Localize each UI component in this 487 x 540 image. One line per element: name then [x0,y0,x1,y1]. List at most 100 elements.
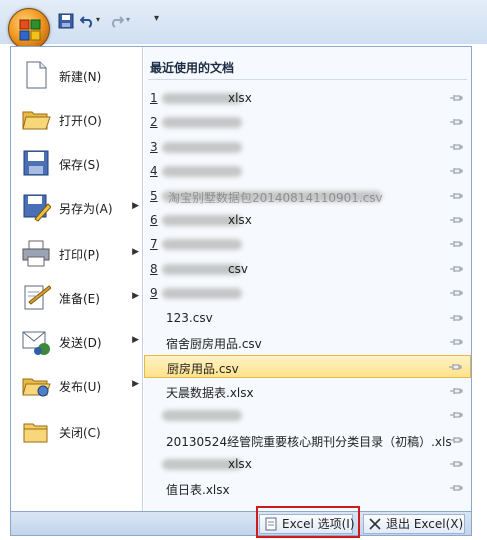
pin-icon[interactable] [449,289,463,297]
printer-icon [22,240,50,267]
recent-document-item[interactable]: xlsx [144,453,471,476]
menu-item-print[interactable]: 打印(P) ▶ [15,233,139,275]
pin-icon[interactable] [449,314,463,322]
pin-icon[interactable] [449,411,463,419]
recent-document-item[interactable] [144,404,471,427]
close-folder-icon [23,423,48,443]
pin-icon[interactable] [449,338,463,346]
menu-item-label: 保存(S) [59,158,100,172]
menu-item-label: 发送(D) [59,336,102,350]
save-as-icon [23,194,51,222]
recent-document-item[interactable]: 6 xlsx [144,209,471,232]
title-bar: ▾ ▾ ▾ [0,0,487,50]
submenu-arrow-icon: ▶ [132,291,139,301]
recent-document-name: 厨房用品.csv [167,362,239,377]
recent-document-item[interactable]: 7 [144,233,471,256]
redacted-filename [162,239,242,251]
recent-document-item[interactable]: 3 [144,136,471,159]
recent-document-item[interactable]: 5 淘宝别墅数据包20140814110901.csv [144,185,471,208]
recent-document-item[interactable]: 宿舍厨房用品.csv [144,331,471,354]
redacted-filename [162,166,242,178]
pin-icon[interactable] [449,460,463,468]
menu-item-send[interactable]: 发送(D) ▶ [15,321,139,363]
publish-icon [22,378,51,397]
pin-icon[interactable] [449,94,463,102]
pin-icon[interactable] [449,265,463,273]
menu-item-label: 打开(O) [59,114,102,128]
recent-document-item[interactable]: 8 csv [144,258,471,281]
recent-document-item[interactable]: 值日表.xlsx [144,477,471,500]
pin-icon[interactable] [449,484,463,492]
save-icon[interactable] [58,12,74,30]
submenu-arrow-icon: ▶ [132,247,139,257]
recent-documents-title: 最近使用的文档 [150,61,235,75]
menu-item-label: 关闭(C) [59,426,101,440]
recent-document-name: 天晨数据表.xlsx [166,385,254,400]
pin-icon[interactable] [449,216,463,224]
menu-item-prepare[interactable]: 准备(E) ▶ [15,277,139,319]
recent-document-number: 5 [150,188,158,203]
menu-bottom-bar: Excel 选项(I) 退出 Excel(X) [10,512,472,536]
recent-document-name: 宿舍厨房用品.csv [166,337,262,351]
office-button[interactable] [8,8,50,50]
menu-item-close[interactable]: 关闭(C) [15,411,139,453]
recent-document-number: 4 [150,164,158,179]
menu-commands: 新建(N) 打开(O) 保存(S) 另存为(A) ▶ 打印(P) ▶ 准备(E)… [11,47,143,511]
pin-icon[interactable] [449,240,463,248]
prepare-icon [24,285,51,310]
highlight-box [256,506,360,538]
pin-icon[interactable] [449,167,463,175]
recent-document-number: 8 [150,261,158,276]
recent-document-number: 7 [150,237,158,252]
recent-document-name: 123.csv [166,310,213,325]
recent-document-name: xlsx [228,91,252,105]
pin-icon[interactable] [449,118,463,126]
menu-item-label: 新建(N) [59,70,102,84]
recent-document-number: 9 [150,286,158,301]
menu-item-open[interactable]: 打开(O) [15,99,139,141]
exit-excel-button[interactable]: 退出 Excel(X) [363,514,465,534]
redacted-filename [162,288,242,300]
redo-dropdown-icon[interactable]: ▾ [126,15,130,33]
close-x-icon [369,518,381,530]
recent-document-name: 淘宝别墅数据包20140814110901.csv [168,190,383,205]
recent-document-name: xlsx [228,213,252,227]
divider [148,79,467,80]
menu-item-publish[interactable]: 发布(U) ▶ [15,365,139,407]
save-disk-icon [23,150,49,176]
recent-document-item[interactable]: 123.csv [144,307,471,330]
submenu-arrow-icon: ▶ [132,379,139,389]
menu-item-save[interactable]: 保存(S) [15,143,139,185]
menu-item-label: 发布(U) [59,380,102,394]
pin-icon[interactable] [449,436,463,444]
recent-document-item[interactable]: 9 [144,282,471,305]
menu-item-new[interactable]: 新建(N) [15,55,139,97]
menu-item-save-as[interactable]: 另存为(A) ▶ [15,187,139,229]
open-folder-icon [22,111,51,130]
undo-icon[interactable] [80,12,94,30]
quick-access-toolbar: ▾ ▾ ▾ [54,10,174,32]
recent-document-name: csv [228,261,248,276]
recent-document-number: 3 [150,139,158,154]
redo-icon[interactable] [110,12,124,30]
pin-icon[interactable] [448,363,462,371]
recent-document-name: 20130524经管院重要核心期刊分类目录（初稿）.xls [166,434,452,449]
redacted-filename [162,117,242,129]
recent-document-item[interactable]: 厨房用品.csv [144,355,471,379]
recent-document-item[interactable]: 2 [144,111,471,134]
recent-document-item[interactable]: 1 xlsx [144,87,471,110]
menu-item-label: 准备(E) [59,292,100,306]
recent-document-item[interactable]: 天晨数据表.xlsx [144,380,471,403]
office-logo-icon [19,19,41,41]
menu-item-label: 另存为(A) [59,202,113,216]
pin-icon[interactable] [449,143,463,151]
office-menu: 新建(N) 打开(O) 保存(S) 另存为(A) ▶ 打印(P) ▶ 准备(E)… [10,46,472,512]
customize-qat-icon[interactable]: ▾ [154,13,159,31]
redacted-filename [162,410,242,422]
recent-document-item[interactable]: 4 [144,160,471,183]
recent-document-item[interactable]: 20130524经管院重要核心期刊分类目录（初稿）.xls [144,429,471,452]
undo-dropdown-icon[interactable]: ▾ [96,15,100,33]
pin-icon[interactable] [449,387,463,395]
pin-icon[interactable] [449,192,463,200]
submenu-arrow-icon: ▶ [132,335,139,345]
